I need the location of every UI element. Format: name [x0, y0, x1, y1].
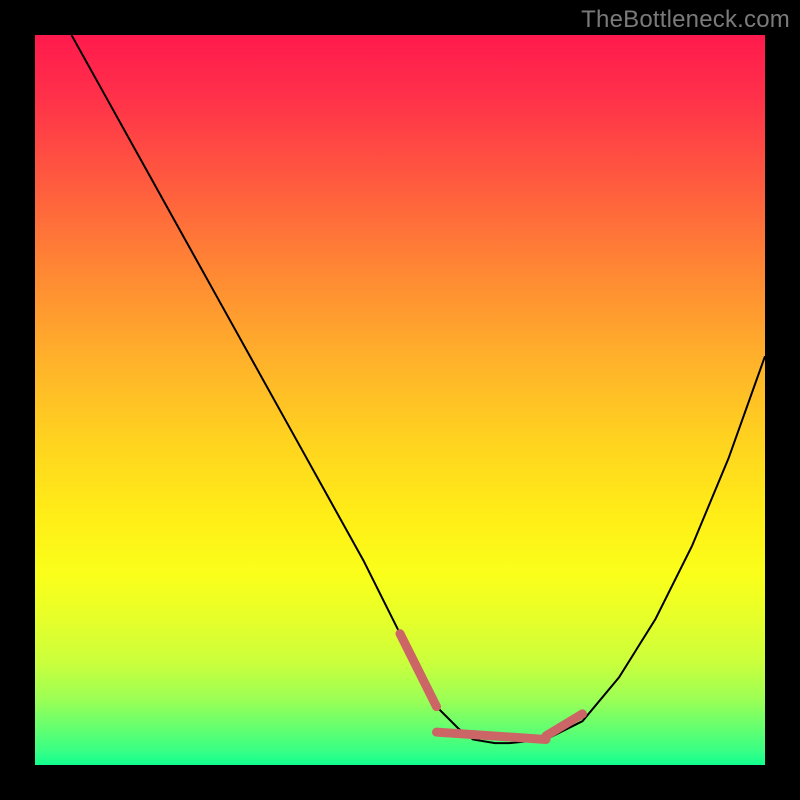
highlight-segment: [400, 634, 437, 707]
chart-stage: TheBottleneck.com: [0, 0, 800, 800]
plot-area: [35, 35, 765, 765]
highlight-segment: [437, 732, 547, 739]
curve-svg: [35, 35, 765, 765]
bottleneck-curve: [72, 35, 766, 743]
attribution-label: TheBottleneck.com: [581, 6, 790, 34]
highlight-segments: [400, 634, 583, 740]
